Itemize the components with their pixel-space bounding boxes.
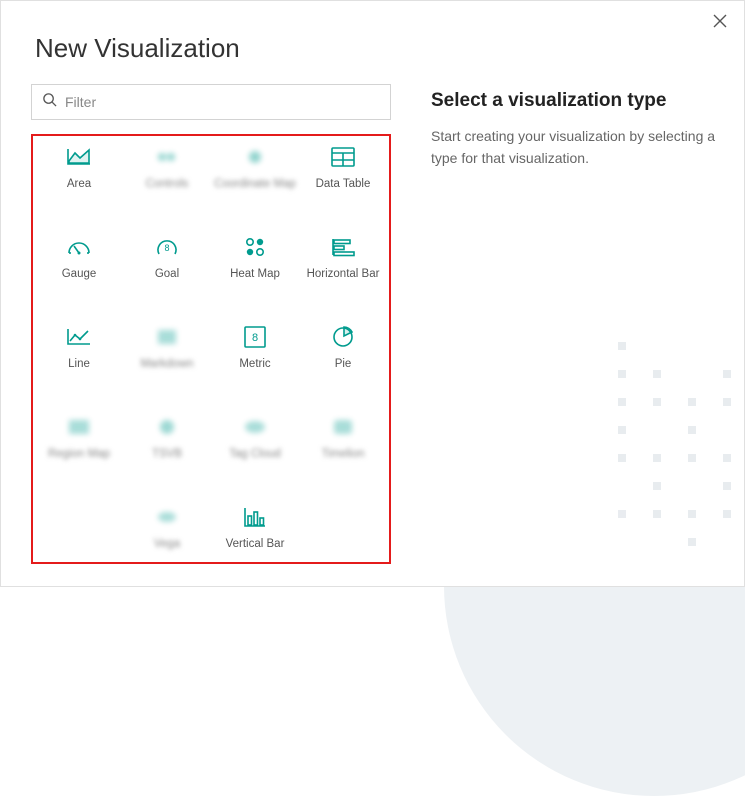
filter-input[interactable] — [65, 94, 380, 110]
viz-tile-label: Data Table — [316, 178, 371, 190]
svg-text:8: 8 — [252, 332, 258, 344]
pie-icon — [330, 324, 356, 350]
viz-tile-line[interactable]: Line — [35, 324, 123, 392]
viz-tile-coordmap[interactable]: Coordinate Map — [211, 144, 299, 212]
viz-tile-label: Controls — [146, 178, 189, 190]
controls-icon — [154, 144, 180, 170]
hbar-icon — [330, 234, 356, 260]
tagcloud-icon — [242, 414, 268, 440]
viz-tile-label: Timelion — [321, 448, 364, 460]
left-panel: Area Controls Coordinate Map Data Table Gaug… — [31, 84, 391, 574]
info-heading: Select a visualization type — [431, 90, 724, 112]
goal-icon: 8 — [154, 234, 180, 260]
table-icon — [330, 144, 356, 170]
modal-title: New Visualization — [1, 1, 744, 64]
line-icon — [66, 324, 92, 350]
bg-dots — [618, 342, 738, 546]
viz-tile-label: Gauge — [62, 268, 97, 280]
viz-tile-label: Region Map — [48, 448, 110, 460]
svg-text:8: 8 — [164, 243, 169, 253]
viz-tile-table[interactable]: Data Table — [299, 144, 387, 212]
viz-tile-timelion[interactable]: Timelion — [299, 414, 387, 482]
viz-tile-label: Line — [68, 358, 90, 370]
viz-tile-hbar[interactable]: Horizontal Bar — [299, 234, 387, 302]
filter-box[interactable] — [31, 84, 391, 120]
new-visualization-modal: New Visualization Area Controls Coordinate… — [0, 0, 745, 587]
viz-tile-tagcloud[interactable]: Tag Cloud — [211, 414, 299, 482]
viz-tile-label: TSVB — [152, 448, 182, 460]
close-button[interactable] — [710, 11, 730, 31]
coordmap-icon — [242, 144, 268, 170]
viz-tile-label: Pie — [335, 358, 352, 370]
viz-tile-label: Goal — [155, 268, 179, 280]
vega-icon — [154, 504, 180, 530]
viz-tile-label: Markdown — [140, 358, 193, 370]
viz-tile-label: Metric — [239, 358, 270, 370]
viz-tile-label: Horizontal Bar — [307, 268, 380, 280]
tsvb-icon — [154, 414, 180, 440]
viz-tile-regionmap[interactable]: Region Map — [35, 414, 123, 482]
viz-tile-label: Area — [67, 178, 91, 190]
gauge-icon — [66, 234, 92, 260]
viz-tile-markdown[interactable]: Markdown — [123, 324, 211, 392]
markdown-icon — [154, 324, 180, 350]
viz-tile-heatmap[interactable]: Heat Map — [211, 234, 299, 302]
viz-tile-tsvb[interactable]: TSVB — [123, 414, 211, 482]
viz-tile-area[interactable]: Area — [35, 144, 123, 212]
viz-grid-highlight: Area Controls Coordinate Map Data Table Gaug… — [31, 134, 391, 564]
viz-tile-label: Vertical Bar — [226, 538, 285, 550]
viz-tile-metric[interactable]: 8 Metric — [211, 324, 299, 392]
timelion-icon — [330, 414, 356, 440]
viz-tile-gauge[interactable]: Gauge — [35, 234, 123, 302]
search-icon — [42, 92, 57, 112]
viz-tile-label: Tag Cloud — [229, 448, 281, 460]
metric-icon: 8 — [242, 324, 268, 350]
viz-tile-label: Heat Map — [230, 268, 280, 280]
viz-tile-vega[interactable]: Vega — [123, 504, 211, 572]
viz-tile-label: Vega — [154, 538, 180, 550]
viz-tile-label: Coordinate Map — [214, 178, 296, 190]
viz-tile-pie[interactable]: Pie — [299, 324, 387, 392]
viz-grid: Area Controls Coordinate Map Data Table Gaug… — [35, 144, 387, 572]
viz-tile-controls[interactable]: Controls — [123, 144, 211, 212]
area-icon — [66, 144, 92, 170]
viz-tile-goal[interactable]: 8 Goal — [123, 234, 211, 302]
viz-tile-vbar[interactable]: Vertical Bar — [211, 504, 299, 572]
heatmap-icon — [242, 234, 268, 260]
vbar-icon — [242, 504, 268, 530]
info-text: Start creating your visualization by sel… — [431, 126, 724, 169]
regionmap-icon — [66, 414, 92, 440]
